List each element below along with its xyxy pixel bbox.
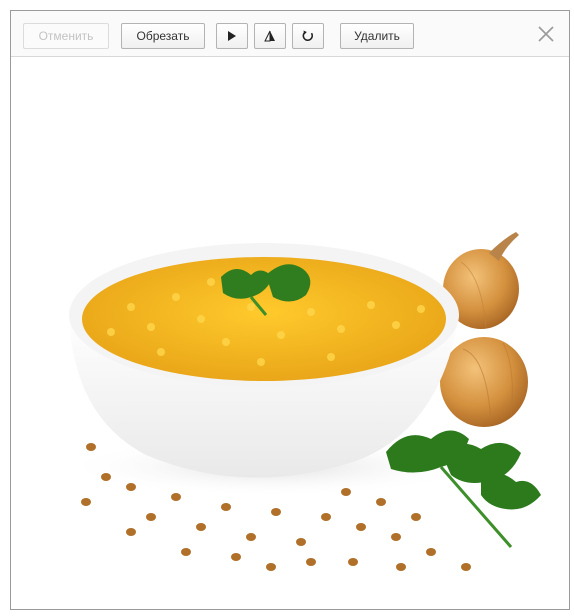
cancel-button: Отменить	[23, 23, 109, 49]
image-canvas[interactable]	[11, 57, 569, 609]
flip-vertical-icon	[264, 30, 275, 42]
close-button[interactable]	[535, 23, 557, 45]
flip-horizontal-button[interactable]	[216, 23, 248, 49]
image-editor-dialog: Отменить Обрезать Удалить	[10, 10, 570, 610]
editor-toolbar: Отменить Обрезать Удалить	[11, 11, 569, 57]
close-icon	[538, 26, 554, 42]
rotate-icon	[302, 30, 314, 41]
lentil-soup-photo	[61, 232, 541, 571]
flip-vertical-button[interactable]	[254, 23, 286, 49]
delete-button[interactable]: Удалить	[340, 23, 414, 49]
onion-front	[440, 337, 528, 427]
crop-button[interactable]: Обрезать	[121, 23, 205, 49]
rotate-button[interactable]	[292, 23, 324, 49]
flip-horizontal-icon	[228, 31, 236, 41]
